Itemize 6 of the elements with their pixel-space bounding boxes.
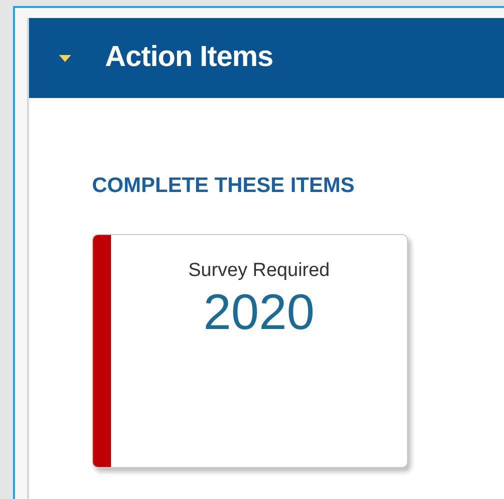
caret-icon[interactable]: [59, 54, 71, 62]
section-heading: COMPLETE THESE ITEMS: [92, 173, 356, 199]
item-label: Survey Required: [187, 258, 331, 282]
panel-title: Action Items: [105, 40, 274, 76]
item-card[interactable]: Survey Required 2020: [92, 234, 408, 468]
item-value: 2020: [202, 285, 316, 340]
